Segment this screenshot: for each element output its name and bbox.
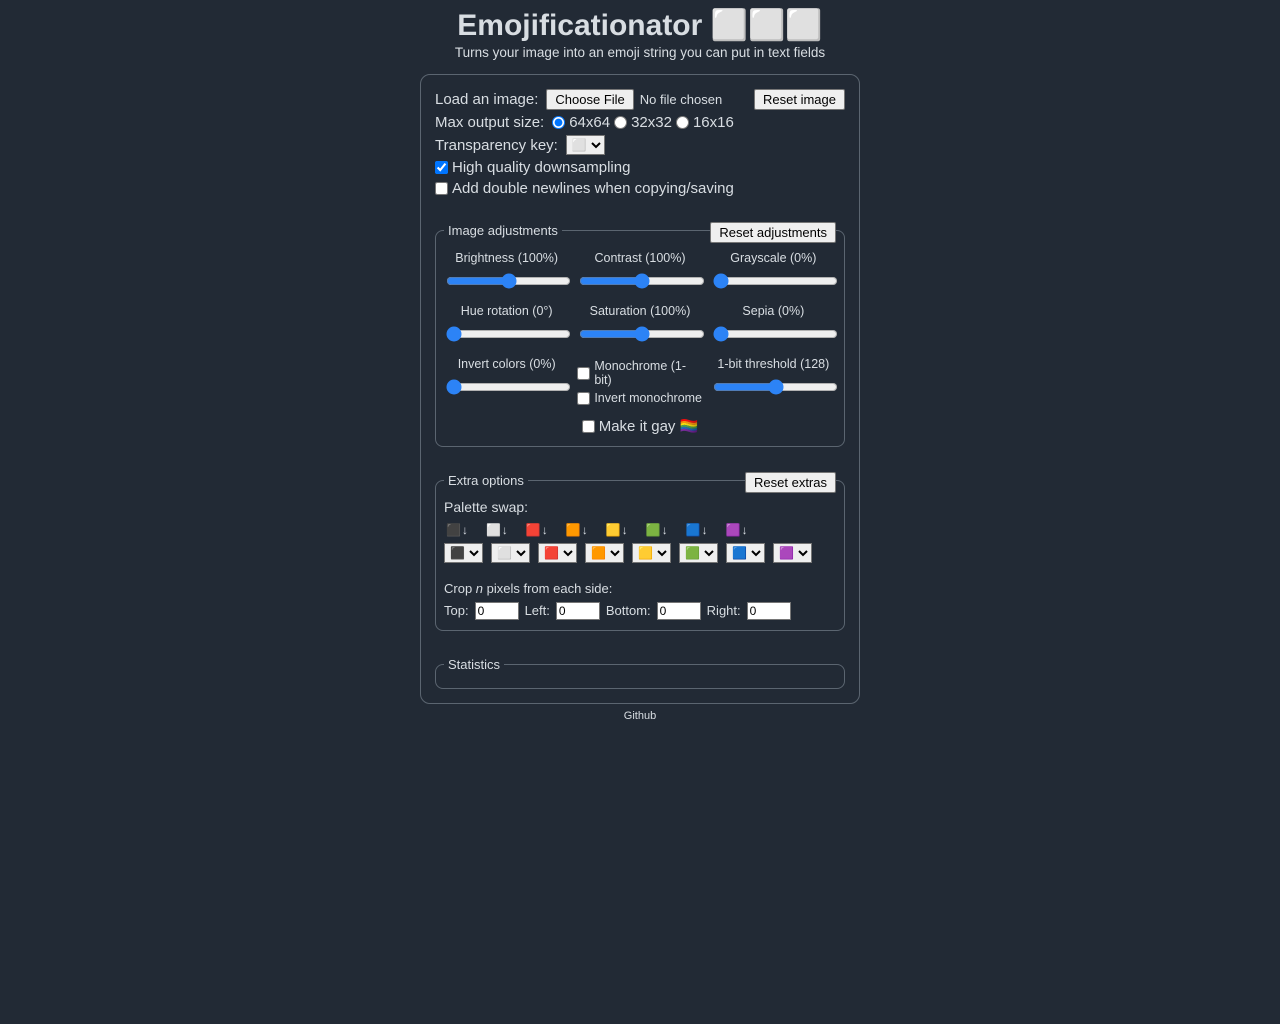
make-it-gay-label: Make it gay 🏳️‍🌈	[599, 417, 699, 435]
sepia-slider[interactable]	[713, 326, 838, 342]
size-16-input[interactable]	[676, 116, 689, 129]
palette-swap-label: Palette swap:	[444, 499, 836, 515]
crop-left-label: Left:	[525, 603, 550, 618]
size-16-label: 16x16	[693, 114, 734, 131]
size-64-label: 64x64	[569, 114, 610, 131]
load-image-label: Load an image:	[435, 91, 538, 108]
file-status-text: No file chosen	[640, 92, 722, 107]
monochrome-label: Monochrome (1-bit)	[594, 359, 702, 387]
extra-options-fieldset: Extra options Reset extras Palette swap:…	[435, 473, 845, 631]
down-arrow-icon: ↓	[662, 523, 668, 537]
crop-left-input[interactable]	[556, 602, 600, 620]
size-64-radio[interactable]: 64x64	[552, 114, 610, 131]
swap-select-7[interactable]: 🟪	[773, 543, 812, 563]
down-arrow-icon: ↓	[462, 523, 468, 537]
swap-select-2[interactable]: 🟥	[538, 543, 577, 563]
crop-right-label: Right:	[707, 603, 741, 618]
crop-top-input[interactable]	[475, 602, 519, 620]
swap-emoji-2: 🟥	[526, 523, 541, 537]
threshold-slider[interactable]	[713, 379, 838, 395]
reset-adjustments-button[interactable]: Reset adjustments	[710, 222, 836, 243]
page-title: Emojificationator ⬜⬜⬜	[0, 8, 1280, 43]
statistics-legend: Statistics	[444, 657, 504, 672]
image-adjustments-fieldset: Image adjustments Reset adjustments Brig…	[435, 223, 845, 447]
swap-select-0[interactable]: ⬛	[444, 543, 483, 563]
swap-select-6[interactable]: 🟦	[726, 543, 765, 563]
down-arrow-icon: ↓	[582, 523, 588, 537]
down-arrow-icon: ↓	[702, 523, 708, 537]
swap-select-5[interactable]: 🟩	[679, 543, 718, 563]
swap-select-1[interactable]: ⬜	[491, 543, 530, 563]
swap-select-4[interactable]: 🟨	[632, 543, 671, 563]
double-newlines-input[interactable]	[435, 182, 448, 195]
monochrome-input[interactable]	[577, 367, 590, 380]
swap-select-3[interactable]: 🟧	[585, 543, 624, 563]
contrast-slider[interactable]	[579, 273, 704, 289]
swap-emoji-3: 🟧	[566, 523, 581, 537]
crop-right-input[interactable]	[747, 602, 791, 620]
transparency-key-label: Transparency key:	[435, 137, 558, 154]
choose-file-button[interactable]: Choose File	[546, 89, 633, 110]
sepia-label: Sepia (0%)	[711, 304, 836, 318]
double-newlines-label: Add double newlines when copying/saving	[452, 180, 734, 197]
make-it-gay-check[interactable]: Make it gay 🏳️‍🌈	[582, 417, 699, 435]
monochrome-check[interactable]: Monochrome (1-bit)	[577, 359, 702, 387]
size-16-radio[interactable]: 16x16	[676, 114, 734, 131]
statistics-fieldset: Statistics	[435, 657, 845, 689]
main-panel: Load an image: Choose File No file chose…	[420, 74, 860, 704]
down-arrow-icon: ↓	[542, 523, 548, 537]
invert-monochrome-check[interactable]: Invert monochrome	[577, 391, 702, 405]
down-arrow-icon: ↓	[502, 523, 508, 537]
down-arrow-icon: ↓	[622, 523, 628, 537]
down-arrow-icon: ↓	[742, 523, 748, 537]
contrast-label: Contrast (100%)	[577, 251, 702, 265]
brightness-slider[interactable]	[446, 273, 571, 289]
double-newlines-check[interactable]: Add double newlines when copying/saving	[435, 180, 734, 197]
size-32-input[interactable]	[614, 116, 627, 129]
reset-image-button[interactable]: Reset image	[754, 89, 845, 110]
grayscale-slider[interactable]	[713, 273, 838, 289]
invert-colors-slider[interactable]	[446, 379, 571, 395]
threshold-label: 1-bit threshold (128)	[711, 357, 836, 371]
palette-swap-arrows: ⬛↓ ⬜↓ 🟥↓ 🟧↓ 🟨↓ 🟩↓ 🟦↓ 🟪↓	[446, 523, 836, 537]
size-32-label: 32x32	[631, 114, 672, 131]
reset-extras-button[interactable]: Reset extras	[745, 472, 836, 493]
crop-top-label: Top:	[444, 603, 469, 618]
transparency-key-select[interactable]: ⬜	[566, 135, 605, 155]
hq-downsampling-check[interactable]: High quality downsampling	[435, 159, 630, 176]
invert-monochrome-label: Invert monochrome	[594, 391, 702, 405]
crop-bottom-label: Bottom:	[606, 603, 651, 618]
crop-bottom-input[interactable]	[657, 602, 701, 620]
page-subtitle: Turns your image into an emoji string yo…	[0, 45, 1280, 60]
invert-monochrome-input[interactable]	[577, 392, 590, 405]
max-output-label: Max output size:	[435, 114, 544, 131]
make-it-gay-input[interactable]	[582, 420, 595, 433]
hq-downsampling-label: High quality downsampling	[452, 159, 630, 176]
saturation-label: Saturation (100%)	[577, 304, 702, 318]
hue-rotation-label: Hue rotation (0°)	[444, 304, 569, 318]
swap-emoji-1: ⬜	[486, 523, 501, 537]
crop-label: Crop n pixels from each side:	[444, 581, 836, 596]
hue-rotation-slider[interactable]	[446, 326, 571, 342]
size-64-input[interactable]	[552, 116, 565, 129]
size-32-radio[interactable]: 32x32	[614, 114, 672, 131]
swap-emoji-7: 🟪	[726, 523, 741, 537]
grayscale-label: Grayscale (0%)	[711, 251, 836, 265]
swap-emoji-5: 🟩	[646, 523, 661, 537]
swap-emoji-6: 🟦	[686, 523, 701, 537]
hq-downsampling-input[interactable]	[435, 161, 448, 174]
github-link[interactable]: Github	[624, 710, 656, 722]
swap-emoji-0: ⬛	[446, 523, 461, 537]
invert-colors-label: Invert colors (0%)	[444, 357, 569, 371]
brightness-label: Brightness (100%)	[444, 251, 569, 265]
swap-emoji-4: 🟨	[606, 523, 621, 537]
saturation-slider[interactable]	[579, 326, 704, 342]
